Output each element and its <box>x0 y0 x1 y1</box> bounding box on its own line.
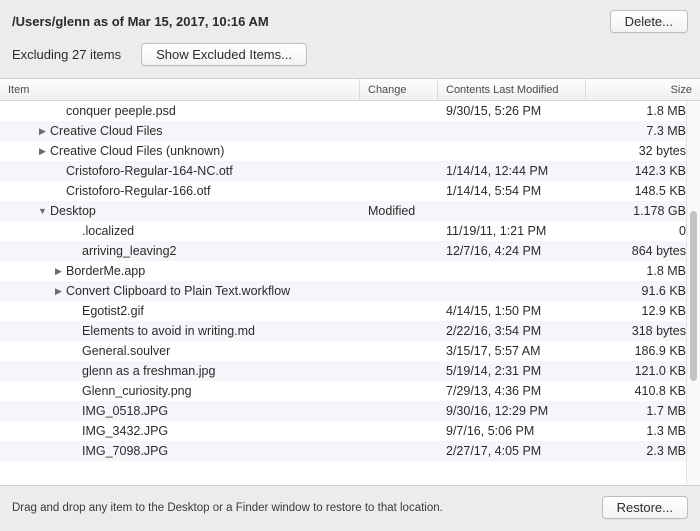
item-name: Cristoforo-Regular-164-NC.otf <box>66 164 233 178</box>
item-name: conquer peeple.psd <box>66 104 176 118</box>
footer: Drag and drop any item to the Desktop or… <box>0 486 700 531</box>
table-row[interactable]: ▼Desktop Modified 1.178 GB <box>0 201 700 221</box>
item-size: 91.6 KB <box>586 284 700 298</box>
col-header-size[interactable]: Size <box>586 79 700 100</box>
footer-hint: Drag and drop any item to the Desktop or… <box>12 502 443 514</box>
table-row[interactable]: General.soulver 3/15/17, 5:57 AM186.9 KB <box>0 341 700 361</box>
item-size: 1.8 MB <box>586 104 700 118</box>
item-size: 142.3 KB <box>586 164 700 178</box>
item-modified: 3/15/17, 5:57 AM <box>438 344 586 358</box>
scrollbar-track[interactable] <box>686 101 700 485</box>
item-name: Glenn_curiosity.png <box>82 384 192 398</box>
item-name: .localized <box>82 224 134 238</box>
table-row[interactable]: ▶Convert Clipboard to Plain Text.workflo… <box>0 281 700 301</box>
item-modified: 9/30/16, 12:29 PM <box>438 404 586 418</box>
item-size: 0 <box>586 224 700 238</box>
item-modified: 5/19/14, 2:31 PM <box>438 364 586 378</box>
table-row[interactable]: conquer peeple.psd 9/30/15, 5:26 PM1.8 MB <box>0 101 700 121</box>
disclosure-triangle-icon[interactable]: ▶ <box>54 286 63 297</box>
table-row[interactable]: glenn as a freshman.jpg 5/19/14, 2:31 PM1… <box>0 361 700 381</box>
disclosure-triangle-icon[interactable]: ▼ <box>38 206 47 216</box>
restore-button[interactable]: Restore... <box>602 496 688 519</box>
table-row[interactable]: Elements to avoid in writing.md 2/22/16, … <box>0 321 700 341</box>
item-name: Elements to avoid in writing.md <box>82 324 255 338</box>
item-name: General.soulver <box>82 344 170 358</box>
scrollbar-thumb[interactable] <box>690 211 697 381</box>
item-name: IMG_3432.JPG <box>82 424 168 438</box>
subheader: Excluding 27 items Show Excluded Items..… <box>0 39 700 78</box>
item-size: 7.3 MB <box>586 124 700 138</box>
item-modified: 9/30/15, 5:26 PM <box>438 104 586 118</box>
header: /Users/glenn as of Mar 15, 2017, 10:16 A… <box>0 0 700 39</box>
col-header-modified[interactable]: Contents Last Modified <box>438 79 586 100</box>
table-row[interactable]: arriving_leaving2 12/7/16, 4:24 PM864 byt… <box>0 241 700 261</box>
disclosure-triangle-icon[interactable]: ▶ <box>38 126 47 137</box>
show-excluded-button[interactable]: Show Excluded Items... <box>141 43 307 66</box>
item-size: 186.9 KB <box>586 344 700 358</box>
item-size: 121.0 KB <box>586 364 700 378</box>
table-row[interactable]: ▶Creative Cloud Files (unknown) 32 bytes <box>0 141 700 161</box>
item-modified: 4/14/15, 1:50 PM <box>438 304 586 318</box>
item-size: 148.5 KB <box>586 184 700 198</box>
item-size: 12.9 KB <box>586 304 700 318</box>
disclosure-triangle-icon[interactable]: ▶ <box>54 266 63 277</box>
disclosure-triangle-icon[interactable]: ▶ <box>38 146 47 157</box>
item-name: glenn as a freshman.jpg <box>82 364 215 378</box>
item-name: Cristoforo-Regular-166.otf <box>66 184 211 198</box>
item-name: IMG_0518.JPG <box>82 404 168 418</box>
item-name: BorderMe.app <box>66 264 145 278</box>
table-row[interactable]: Cristoforo-Regular-164-NC.otf 1/14/14, 12… <box>0 161 700 181</box>
item-size: 2.3 MB <box>586 444 700 458</box>
table-row[interactable]: ▶Creative Cloud Files 7.3 MB <box>0 121 700 141</box>
file-table: Item Change Contents Last Modified Size … <box>0 78 700 486</box>
table-row[interactable]: Cristoforo-Regular-166.otf 1/14/14, 5:54 … <box>0 181 700 201</box>
table-row[interactable]: ▶BorderMe.app 1.8 MB <box>0 261 700 281</box>
item-modified: 11/19/11, 1:21 PM <box>438 224 586 238</box>
item-name: Creative Cloud Files (unknown) <box>50 144 224 158</box>
item-modified: 12/7/16, 4:24 PM <box>438 244 586 258</box>
item-size: 410.8 KB <box>586 384 700 398</box>
excluding-count: Excluding 27 items <box>12 47 121 62</box>
table-row[interactable]: IMG_0518.JPG 9/30/16, 12:29 PM1.7 MB <box>0 401 700 421</box>
col-header-item[interactable]: Item <box>0 79 360 100</box>
item-modified: 2/27/17, 4:05 PM <box>438 444 586 458</box>
item-name: Creative Cloud Files <box>50 124 163 138</box>
item-change: Modified <box>360 204 438 218</box>
item-name: Convert Clipboard to Plain Text.workflow <box>66 284 290 298</box>
table-header: Item Change Contents Last Modified Size <box>0 79 700 101</box>
item-name: IMG_7098.JPG <box>82 444 168 458</box>
table-row[interactable]: Egotist2.gif 4/14/15, 1:50 PM12.9 KB <box>0 301 700 321</box>
item-size: 1.7 MB <box>586 404 700 418</box>
table-row[interactable]: IMG_3432.JPG 9/7/16, 5:06 PM1.3 MB <box>0 421 700 441</box>
table-row[interactable]: Glenn_curiosity.png 7/29/13, 4:36 PM410.8… <box>0 381 700 401</box>
item-modified: 7/29/13, 4:36 PM <box>438 384 586 398</box>
delete-button[interactable]: Delete... <box>610 10 688 33</box>
item-modified: 1/14/14, 5:54 PM <box>438 184 586 198</box>
col-header-change[interactable]: Change <box>360 79 438 100</box>
item-size: 864 bytes <box>586 244 700 258</box>
item-name: Egotist2.gif <box>82 304 144 318</box>
backup-browser-window: /Users/glenn as of Mar 15, 2017, 10:16 A… <box>0 0 700 531</box>
item-size: 318 bytes <box>586 324 700 338</box>
item-modified: 1/14/14, 12:44 PM <box>438 164 586 178</box>
table-row[interactable]: .localized 11/19/11, 1:21 PM0 <box>0 221 700 241</box>
item-size: 1.8 MB <box>586 264 700 278</box>
item-name: arriving_leaving2 <box>82 244 177 258</box>
table-body[interactable]: conquer peeple.psd9/30/15, 5:26 PM1.8 MB… <box>0 101 700 485</box>
item-modified: 2/22/16, 3:54 PM <box>438 324 586 338</box>
path-title: /Users/glenn as of Mar 15, 2017, 10:16 A… <box>12 14 269 29</box>
item-size: 32 bytes <box>586 144 700 158</box>
item-modified: 9/7/16, 5:06 PM <box>438 424 586 438</box>
item-size: 1.3 MB <box>586 424 700 438</box>
table-row[interactable]: IMG_7098.JPG 2/27/17, 4:05 PM2.3 MB <box>0 441 700 461</box>
item-name: Desktop <box>50 204 96 218</box>
item-size: 1.178 GB <box>586 204 700 218</box>
